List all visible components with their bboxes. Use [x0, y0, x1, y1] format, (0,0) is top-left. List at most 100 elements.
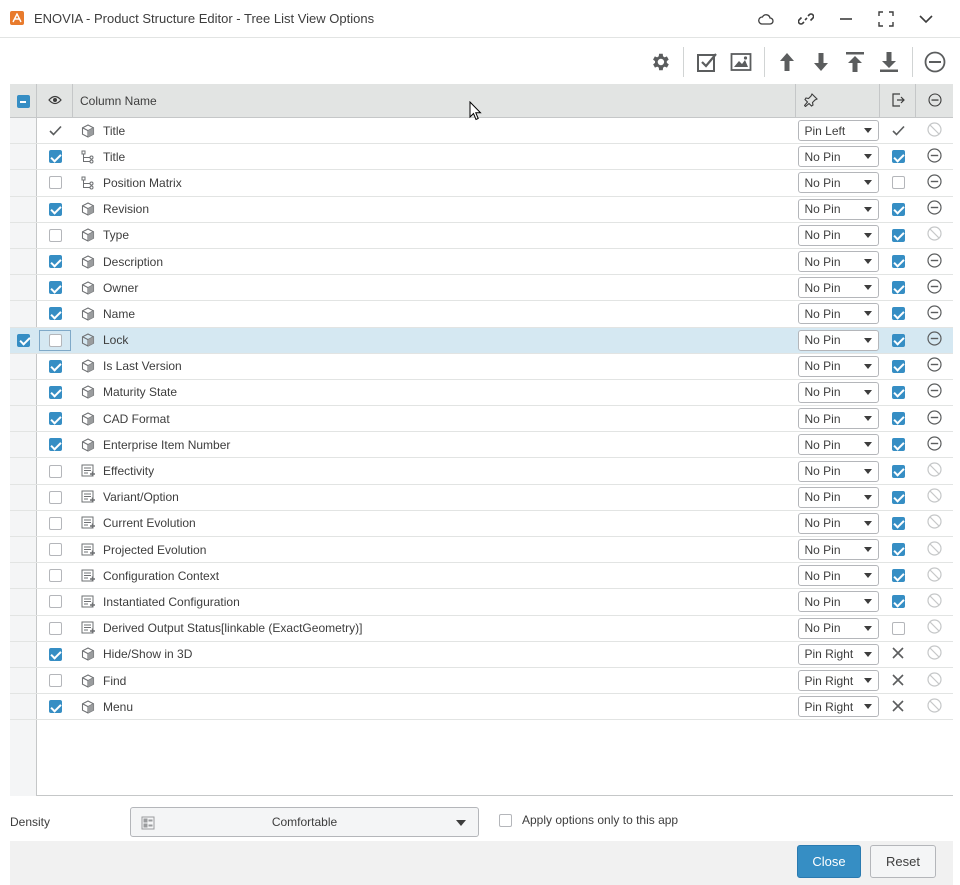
- remove-icon[interactable]: [927, 174, 942, 192]
- export-checkbox[interactable]: [891, 438, 905, 452]
- table-row[interactable]: Owner No Pin: [10, 275, 953, 302]
- table-row[interactable]: Name No Pin: [10, 301, 953, 328]
- remove-icon[interactable]: [927, 357, 942, 375]
- visibility-checkbox[interactable]: [48, 359, 62, 373]
- table-row[interactable]: Variant/Option No Pin: [10, 485, 953, 511]
- table-row[interactable]: Enterprise Item Number No Pin: [10, 432, 953, 459]
- check-all-icon[interactable]: [692, 47, 722, 77]
- export-checkbox[interactable]: [891, 621, 905, 635]
- select-all-checkbox[interactable]: [16, 94, 30, 108]
- visibility-checkbox[interactable]: [48, 569, 62, 583]
- export-checkbox[interactable]: [891, 490, 905, 504]
- export-checkbox[interactable]: [891, 543, 905, 557]
- table-row[interactable]: Title No Pin: [10, 144, 953, 171]
- visibility-checkbox[interactable]: [48, 647, 62, 661]
- visibility-checkbox[interactable]: [48, 490, 62, 504]
- pin-select[interactable]: No Pin: [797, 277, 879, 299]
- export-checkbox[interactable]: [891, 516, 905, 530]
- maximize-icon[interactable]: [866, 9, 906, 29]
- remove-icon[interactable]: [927, 148, 942, 166]
- export-checkbox[interactable]: [891, 176, 905, 190]
- visibility-checkbox[interactable]: [48, 255, 62, 269]
- table-row[interactable]: Current Evolution No Pin: [10, 511, 953, 537]
- pin-select[interactable]: Pin Right: [797, 643, 879, 665]
- pin-select[interactable]: No Pin: [797, 224, 879, 246]
- visibility-checkbox[interactable]: [48, 700, 62, 714]
- export-checkbox[interactable]: [891, 228, 905, 242]
- export-checkbox[interactable]: [891, 385, 905, 399]
- table-row[interactable]: Type No Pin: [10, 223, 953, 249]
- move-top-icon[interactable]: [840, 47, 870, 77]
- table-row[interactable]: Lock No Pin: [10, 327, 953, 354]
- table-row[interactable]: Find Pin Right: [10, 668, 953, 695]
- table-row[interactable]: CAD Format No Pin: [10, 406, 953, 433]
- apply-only-option[interactable]: Apply options only to this app: [499, 813, 678, 827]
- export-checkbox[interactable]: [891, 595, 905, 609]
- visibility-checkbox[interactable]: [48, 412, 62, 426]
- pin-select[interactable]: No Pin: [797, 617, 879, 639]
- export-checkbox[interactable]: [891, 464, 905, 478]
- remove-icon[interactable]: [927, 436, 942, 454]
- pin-select[interactable]: No Pin: [797, 408, 879, 430]
- visibility-checkbox[interactable]: [48, 516, 62, 530]
- table-row[interactable]: Description No Pin: [10, 249, 953, 276]
- visibility-checkbox[interactable]: [48, 228, 62, 242]
- visibility-checkbox[interactable]: [48, 202, 62, 216]
- export-checkbox[interactable]: [891, 150, 905, 164]
- remove-column-icon[interactable]: [920, 47, 950, 77]
- pin-select[interactable]: No Pin: [797, 329, 879, 351]
- reset-button[interactable]: Reset: [870, 845, 936, 878]
- table-row[interactable]: Title Pin Left: [10, 118, 953, 145]
- remove-icon[interactable]: [927, 383, 942, 401]
- visibility-checkbox[interactable]: [48, 543, 62, 557]
- table-row[interactable]: Menu Pin Right: [10, 694, 953, 721]
- remove-icon[interactable]: [927, 200, 942, 218]
- visibility-checkbox[interactable]: [48, 281, 62, 295]
- move-bottom-icon[interactable]: [874, 47, 904, 77]
- close-button[interactable]: Close: [797, 845, 861, 878]
- export-checkbox[interactable]: [891, 307, 905, 321]
- table-row[interactable]: Derived Output Status[linkable (ExactGeo…: [10, 616, 953, 642]
- pin-select[interactable]: No Pin: [797, 565, 879, 587]
- visibility-checkbox[interactable]: [48, 438, 62, 452]
- table-row[interactable]: Effectivity No Pin: [10, 458, 953, 485]
- remove-icon[interactable]: [927, 252, 942, 271]
- apply-only-checkbox[interactable]: [499, 813, 512, 827]
- visibility-checkbox[interactable]: [48, 176, 62, 190]
- export-checkbox[interactable]: [891, 333, 905, 347]
- minimize-icon[interactable]: [826, 9, 866, 29]
- remove-icon[interactable]: [927, 410, 942, 428]
- export-checkbox[interactable]: [891, 202, 905, 216]
- pin-select[interactable]: No Pin: [797, 539, 879, 561]
- visibility-checkbox[interactable]: [48, 595, 62, 609]
- pin-select[interactable]: Pin Left: [797, 120, 879, 142]
- visibility-checkbox[interactable]: [48, 464, 62, 478]
- table-row[interactable]: Maturity State No Pin: [10, 380, 953, 407]
- visibility-checkbox[interactable]: [48, 333, 62, 347]
- pin-select[interactable]: No Pin: [797, 146, 879, 168]
- remove-icon[interactable]: [927, 305, 942, 323]
- visibility-checkbox[interactable]: [48, 385, 62, 399]
- cloud-icon[interactable]: [746, 9, 786, 29]
- pin-select[interactable]: No Pin: [797, 172, 879, 194]
- chevron-down-icon[interactable]: [906, 9, 946, 29]
- pin-select[interactable]: No Pin: [797, 303, 879, 325]
- visibility-checkbox[interactable]: [48, 621, 62, 635]
- image-icon[interactable]: [726, 47, 756, 77]
- table-row[interactable]: Position Matrix No Pin: [10, 170, 953, 197]
- pin-select[interactable]: No Pin: [797, 591, 879, 613]
- move-down-icon[interactable]: [806, 47, 836, 77]
- export-checkbox[interactable]: [891, 255, 905, 269]
- export-checkbox[interactable]: [891, 359, 905, 373]
- settings-gear-icon[interactable]: [645, 47, 675, 77]
- visibility-checkbox[interactable]: [48, 674, 62, 688]
- pin-select[interactable]: No Pin: [797, 381, 879, 403]
- pin-select[interactable]: No Pin: [797, 486, 879, 508]
- pin-select[interactable]: No Pin: [797, 355, 879, 377]
- export-checkbox[interactable]: [891, 569, 905, 583]
- remove-icon[interactable]: [927, 331, 942, 349]
- column-name-header[interactable]: Column Name: [73, 84, 796, 118]
- density-select[interactable]: Comfortable: [130, 807, 479, 837]
- table-row[interactable]: Projected Evolution No Pin: [10, 537, 953, 564]
- move-up-icon[interactable]: [772, 47, 802, 77]
